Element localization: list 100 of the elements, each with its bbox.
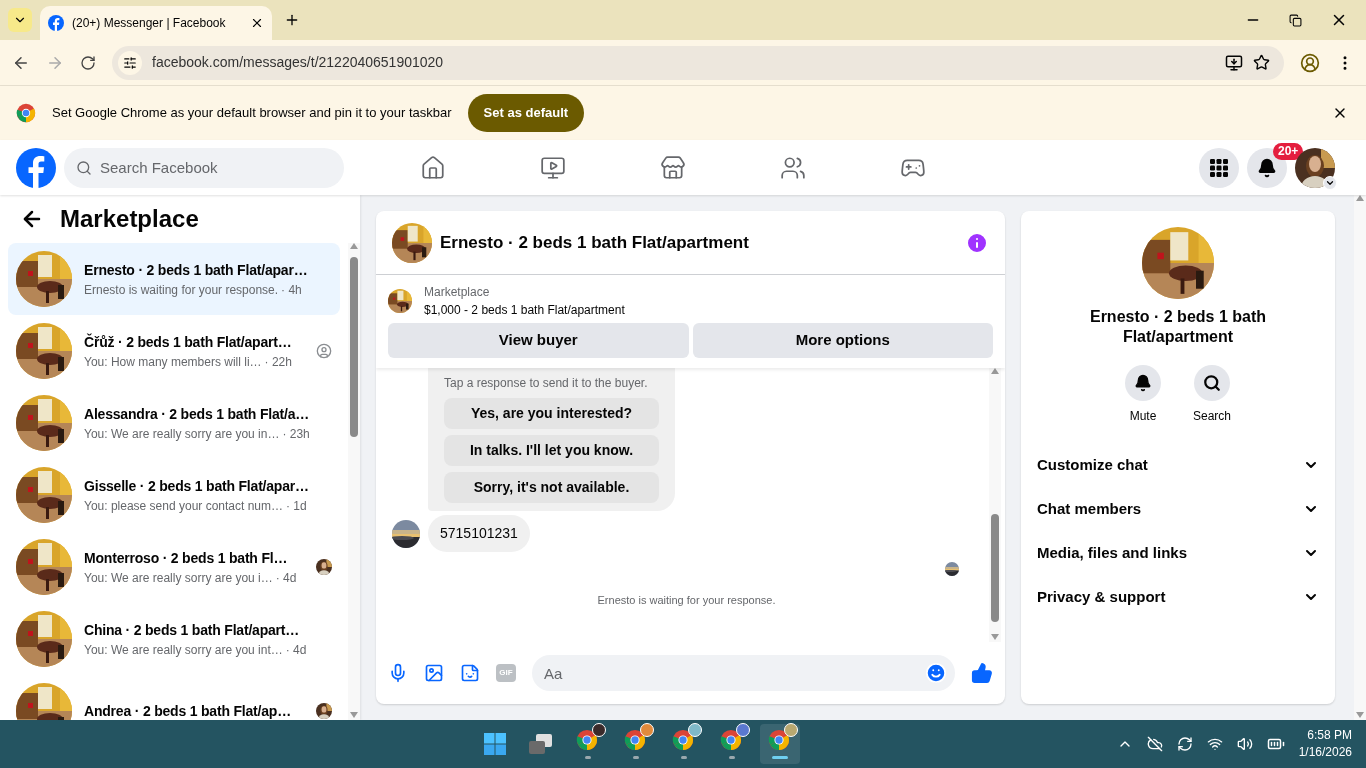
site-settings-icon[interactable] bbox=[123, 55, 137, 70]
scroll-down-icon[interactable] bbox=[1356, 712, 1364, 718]
scroll-down-icon[interactable] bbox=[991, 634, 999, 640]
reload-icon[interactable] bbox=[80, 54, 96, 71]
conversation-item[interactable]: Čřůž · 2 beds 1 bath Flat/apart… You: How many members will li… · 22h bbox=[8, 315, 340, 387]
install-icon[interactable] bbox=[1225, 53, 1243, 72]
scroll-down-icon[interactable] bbox=[350, 712, 358, 718]
section-row[interactable]: Chat members bbox=[1037, 487, 1319, 531]
message-time: · 4d bbox=[285, 641, 307, 659]
infobar-message: Set Google Chrome as your default browser and pin it to your taskbar bbox=[52, 104, 452, 123]
section-row[interactable]: Privacy & support bbox=[1037, 575, 1319, 619]
conversation-item[interactable]: Monterroso · 2 beds 1 bath Fl… You: We are really sorry are you i… · 4d bbox=[8, 531, 340, 603]
action-label: Search bbox=[1193, 408, 1231, 425]
clock-time[interactable]: 6:58 PM bbox=[1307, 727, 1352, 744]
like-icon[interactable] bbox=[971, 662, 993, 684]
quick-response-button[interactable]: In talks. I'll let you know. bbox=[444, 435, 659, 466]
scroll-up-icon[interactable] bbox=[991, 368, 999, 374]
conversation-item[interactable]: Alessandra · 2 beds 1 bath Flat/a… You: We are really sorry are you in… · 23h bbox=[8, 387, 340, 459]
seen-avatar-icon bbox=[316, 343, 332, 359]
contact-name: Ernesto · 2 beds 1 bath Flat/apartment bbox=[1088, 307, 1267, 347]
emoji-icon[interactable] bbox=[925, 662, 947, 684]
conversation-title: China · 2 beds 1 bath Flat/apart… bbox=[84, 620, 301, 640]
chat-title: Ernesto · 2 beds 1 bath Flat/apartment bbox=[440, 231, 750, 254]
chrome-icon bbox=[624, 729, 647, 751]
conversation-item[interactable]: Ernesto · 2 beds 1 bath Flat/apar… Ernesto is waiting for your response. · 4h bbox=[8, 243, 340, 315]
search-icon bbox=[1203, 374, 1221, 392]
listing-button[interactable]: More options bbox=[692, 323, 993, 358]
message-preview: You: How many members will li… bbox=[84, 353, 262, 371]
scroll-up-icon[interactable] bbox=[350, 243, 358, 249]
message-preview: You: We are really sorry are you in… bbox=[84, 425, 280, 443]
notification-badge: 20+ bbox=[1273, 142, 1304, 160]
section-row[interactable]: Media, files and links bbox=[1037, 531, 1319, 575]
video-icon[interactable] bbox=[540, 154, 566, 181]
grid-icon bbox=[1210, 158, 1228, 177]
search-icon bbox=[76, 159, 92, 176]
address-bar[interactable]: facebook.com/messages/t/2122040651901020 bbox=[112, 45, 1284, 80]
windows-start-icon[interactable] bbox=[484, 733, 507, 755]
groups-icon[interactable] bbox=[780, 154, 806, 181]
conversation-item[interactable]: China · 2 beds 1 bath Flat/apart… You: We are really sorry are you int… · 4d bbox=[8, 603, 340, 675]
chrome-icon bbox=[576, 729, 599, 751]
facebook-logo-icon bbox=[48, 15, 64, 31]
tab-list-button[interactable] bbox=[8, 8, 32, 32]
chrome-icon bbox=[768, 729, 791, 751]
browser-tab[interactable]: (20+) Messenger | Facebook bbox=[40, 6, 272, 40]
chrome-icon bbox=[672, 729, 695, 751]
restore-icon[interactable] bbox=[1289, 13, 1302, 27]
chrome-icon bbox=[720, 729, 743, 751]
volume-icon[interactable] bbox=[1236, 736, 1253, 752]
microphone-icon[interactable] bbox=[388, 663, 408, 683]
mute-button[interactable] bbox=[1125, 365, 1161, 401]
chat-status: Ernesto is waiting for your response. bbox=[596, 593, 777, 608]
message-preview: You: We are really sorry are you int… bbox=[84, 641, 283, 659]
message-time: · 4h bbox=[281, 281, 302, 299]
scrollbar[interactable] bbox=[989, 368, 1001, 642]
new-tab-icon[interactable] bbox=[284, 12, 300, 28]
sync-icon[interactable] bbox=[1176, 736, 1193, 752]
conversation-item[interactable]: Gisselle · 2 beds 1 bath Flat/apar… You: please send your contact num… · 1d bbox=[8, 459, 340, 531]
message-time: · 22h bbox=[264, 353, 292, 371]
listing-title: $1,000 - 2 beds 1 bath Flat/apartment bbox=[424, 302, 625, 319]
set-default-button[interactable]: Set as default bbox=[467, 94, 585, 132]
quick-response-hint: Tap a response to send it to the buyer. bbox=[444, 375, 649, 392]
bell-icon bbox=[1134, 374, 1152, 392]
home-icon[interactable] bbox=[420, 154, 446, 181]
message-time: · 23h bbox=[282, 425, 310, 443]
image-icon[interactable] bbox=[424, 663, 444, 683]
message-time: · 4d bbox=[275, 569, 297, 587]
profile-icon[interactable] bbox=[1300, 52, 1320, 73]
clock-date[interactable]: 1/16/2026 bbox=[1298, 744, 1352, 761]
bell-icon bbox=[1257, 157, 1277, 178]
message-time: · 1d bbox=[286, 497, 307, 515]
facebook-logo-icon[interactable] bbox=[16, 147, 56, 188]
task-view-icon[interactable] bbox=[529, 734, 554, 754]
search-field[interactable]: Search Facebook bbox=[64, 147, 344, 188]
listing-label: Marketplace bbox=[424, 284, 491, 301]
cloud-icon[interactable] bbox=[1146, 736, 1163, 752]
message-bubble: 5715101231 bbox=[428, 515, 530, 552]
listing-button[interactable]: View buyer bbox=[388, 323, 689, 358]
conversation-title: Andrea · 2 beds 1 bath Flat/ap… bbox=[84, 701, 292, 720]
message-preview: You: please send your contact num… bbox=[84, 497, 283, 515]
wifi-icon[interactable] bbox=[1206, 736, 1223, 752]
section-row[interactable]: Customize chat bbox=[1037, 443, 1319, 487]
quick-response-button[interactable]: Sorry, it's not available. bbox=[444, 472, 659, 503]
close-icon[interactable] bbox=[250, 16, 264, 30]
url-text: facebook.com/messages/t/2122040651901020 bbox=[152, 53, 445, 72]
scrollbar[interactable] bbox=[1354, 195, 1366, 720]
search-button[interactable] bbox=[1194, 365, 1230, 401]
conversation-title: Monterroso · 2 beds 1 bath Fl… bbox=[84, 548, 289, 568]
message-preview: Ernesto is waiting for your response. bbox=[84, 281, 279, 299]
taskbar-app[interactable] bbox=[760, 724, 801, 764]
message-field[interactable]: Aa bbox=[532, 655, 955, 691]
quick-response-button[interactable]: Yes, are you interested? bbox=[444, 398, 659, 429]
sticker-icon[interactable] bbox=[460, 663, 480, 683]
message-preview: You: We are really sorry are you i… bbox=[84, 569, 273, 587]
panel-title: Marketplace bbox=[60, 204, 199, 234]
conversation-title: Čřůž · 2 beds 1 bath Flat/apart… bbox=[84, 332, 293, 352]
menu-button[interactable] bbox=[1199, 147, 1239, 188]
scrollbar[interactable] bbox=[348, 243, 360, 720]
action-label: Mute bbox=[1129, 408, 1157, 425]
bookmark-icon[interactable] bbox=[1253, 54, 1270, 71]
store-icon[interactable] bbox=[660, 154, 686, 181]
